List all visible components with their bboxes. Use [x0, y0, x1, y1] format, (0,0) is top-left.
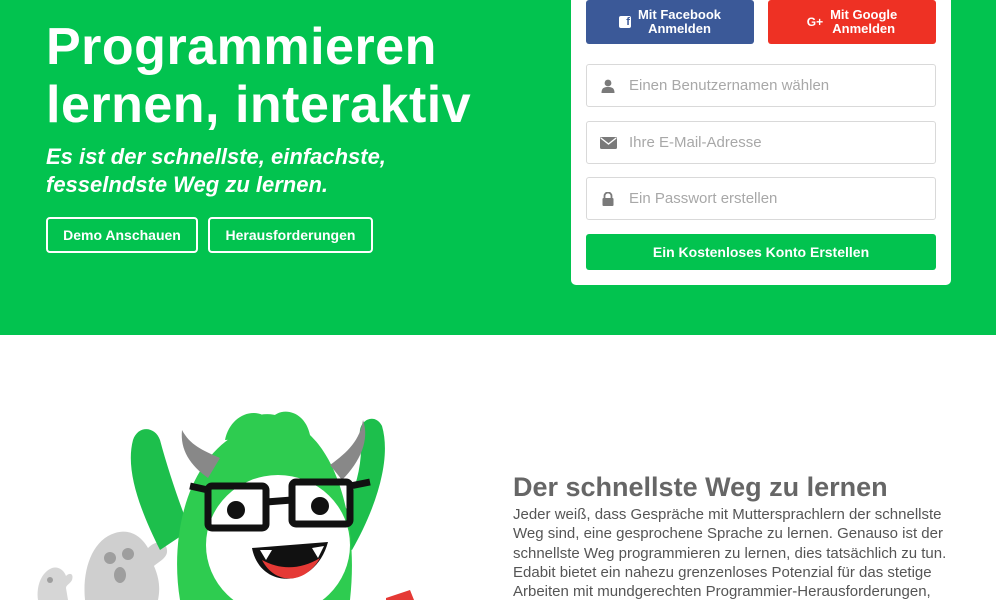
- username-input[interactable]: [629, 65, 935, 106]
- email-field: [586, 121, 936, 164]
- hero-subtitle-line2: fesselndste Weg zu lernen.: [46, 172, 329, 197]
- email-input[interactable]: [629, 122, 935, 163]
- hero-title: Programmieren lernen, interaktiv: [46, 18, 526, 134]
- google-login-label: Mit Google Anmelden: [830, 7, 898, 36]
- tiny-grey-monster: [37, 567, 73, 600]
- envelope-icon: [587, 136, 629, 149]
- create-account-button[interactable]: Ein Kostenloses Konto Erstellen: [586, 234, 936, 270]
- hero-subtitle: Es ist der schnellste, einfachste, fesse…: [46, 143, 446, 199]
- password-input[interactable]: [629, 178, 935, 219]
- watch-demo-button[interactable]: Demo Anschauen: [46, 217, 198, 253]
- google-login-button[interactable]: G+ Mit Google Anmelden: [768, 0, 936, 44]
- facebook-login-button[interactable]: f Mit Facebook Anmelden: [586, 0, 754, 44]
- hero-section: Programmieren lernen, interaktiv Es ist …: [0, 0, 996, 335]
- password-field: [586, 177, 936, 220]
- lock-icon: [587, 191, 629, 206]
- hero-title-line2: lernen, interaktiv: [46, 76, 472, 134]
- challenges-button[interactable]: Herausforderungen: [208, 217, 373, 253]
- user-icon: [587, 79, 629, 93]
- signup-card: f Mit Facebook Anmelden G+ Mit Google Anme…: [571, 0, 951, 285]
- hero-title-line1: Programmieren: [46, 18, 437, 76]
- username-field: [586, 64, 936, 107]
- section-body: Jeder weiß, dass Gespräche mit Mutterspr…: [513, 506, 947, 600]
- monster-mascot-illustration: [37, 411, 414, 600]
- facebook-login-label: Mit Facebook Anmelden: [637, 7, 722, 36]
- facebook-icon: f: [618, 16, 631, 28]
- google-plus-icon: G+: [806, 15, 824, 29]
- grey-ghost-monster: [84, 531, 168, 600]
- section-title: Der schnellste Weg zu lernen: [513, 472, 888, 502]
- hero-subtitle-line1: Es ist der schnellste, einfachste,: [46, 144, 386, 169]
